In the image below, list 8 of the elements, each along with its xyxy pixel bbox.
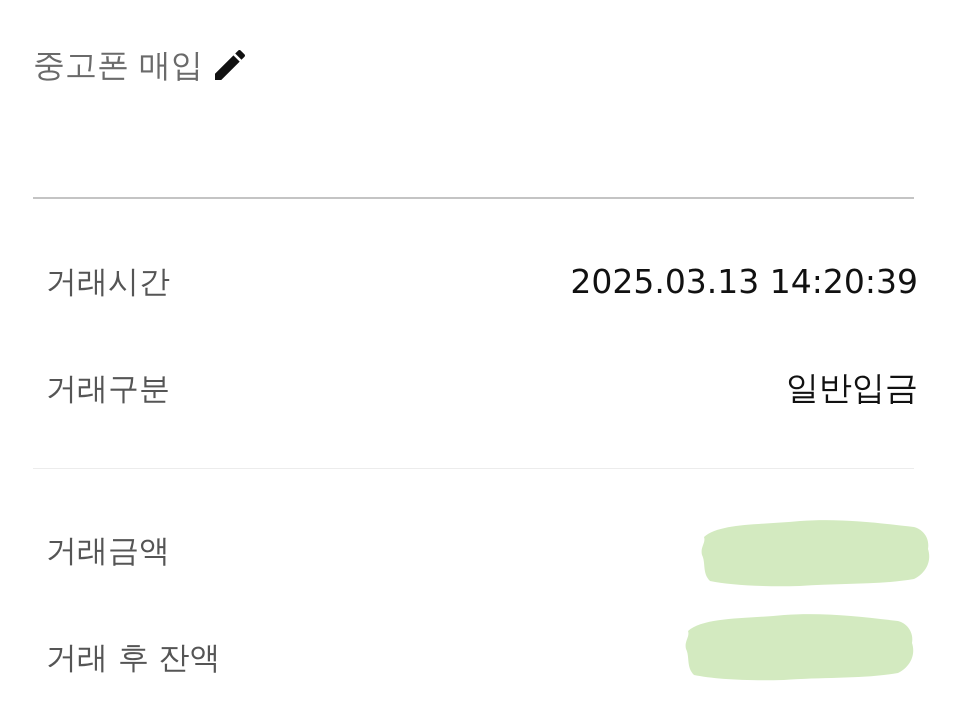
field-label: 거래구분 — [46, 370, 170, 408]
field-label: 거래시간 — [46, 262, 170, 302]
field-label: 거래금액 — [46, 532, 170, 570]
field-label: 거래 후 잔액 — [46, 638, 221, 678]
pencil-icon[interactable] — [215, 50, 246, 80]
page-title: 중고폰 매입 — [33, 45, 204, 86]
field-value: 일반입금 — [786, 367, 918, 409]
field-value: 2025.03.13 14:20:39 — [570, 262, 918, 301]
